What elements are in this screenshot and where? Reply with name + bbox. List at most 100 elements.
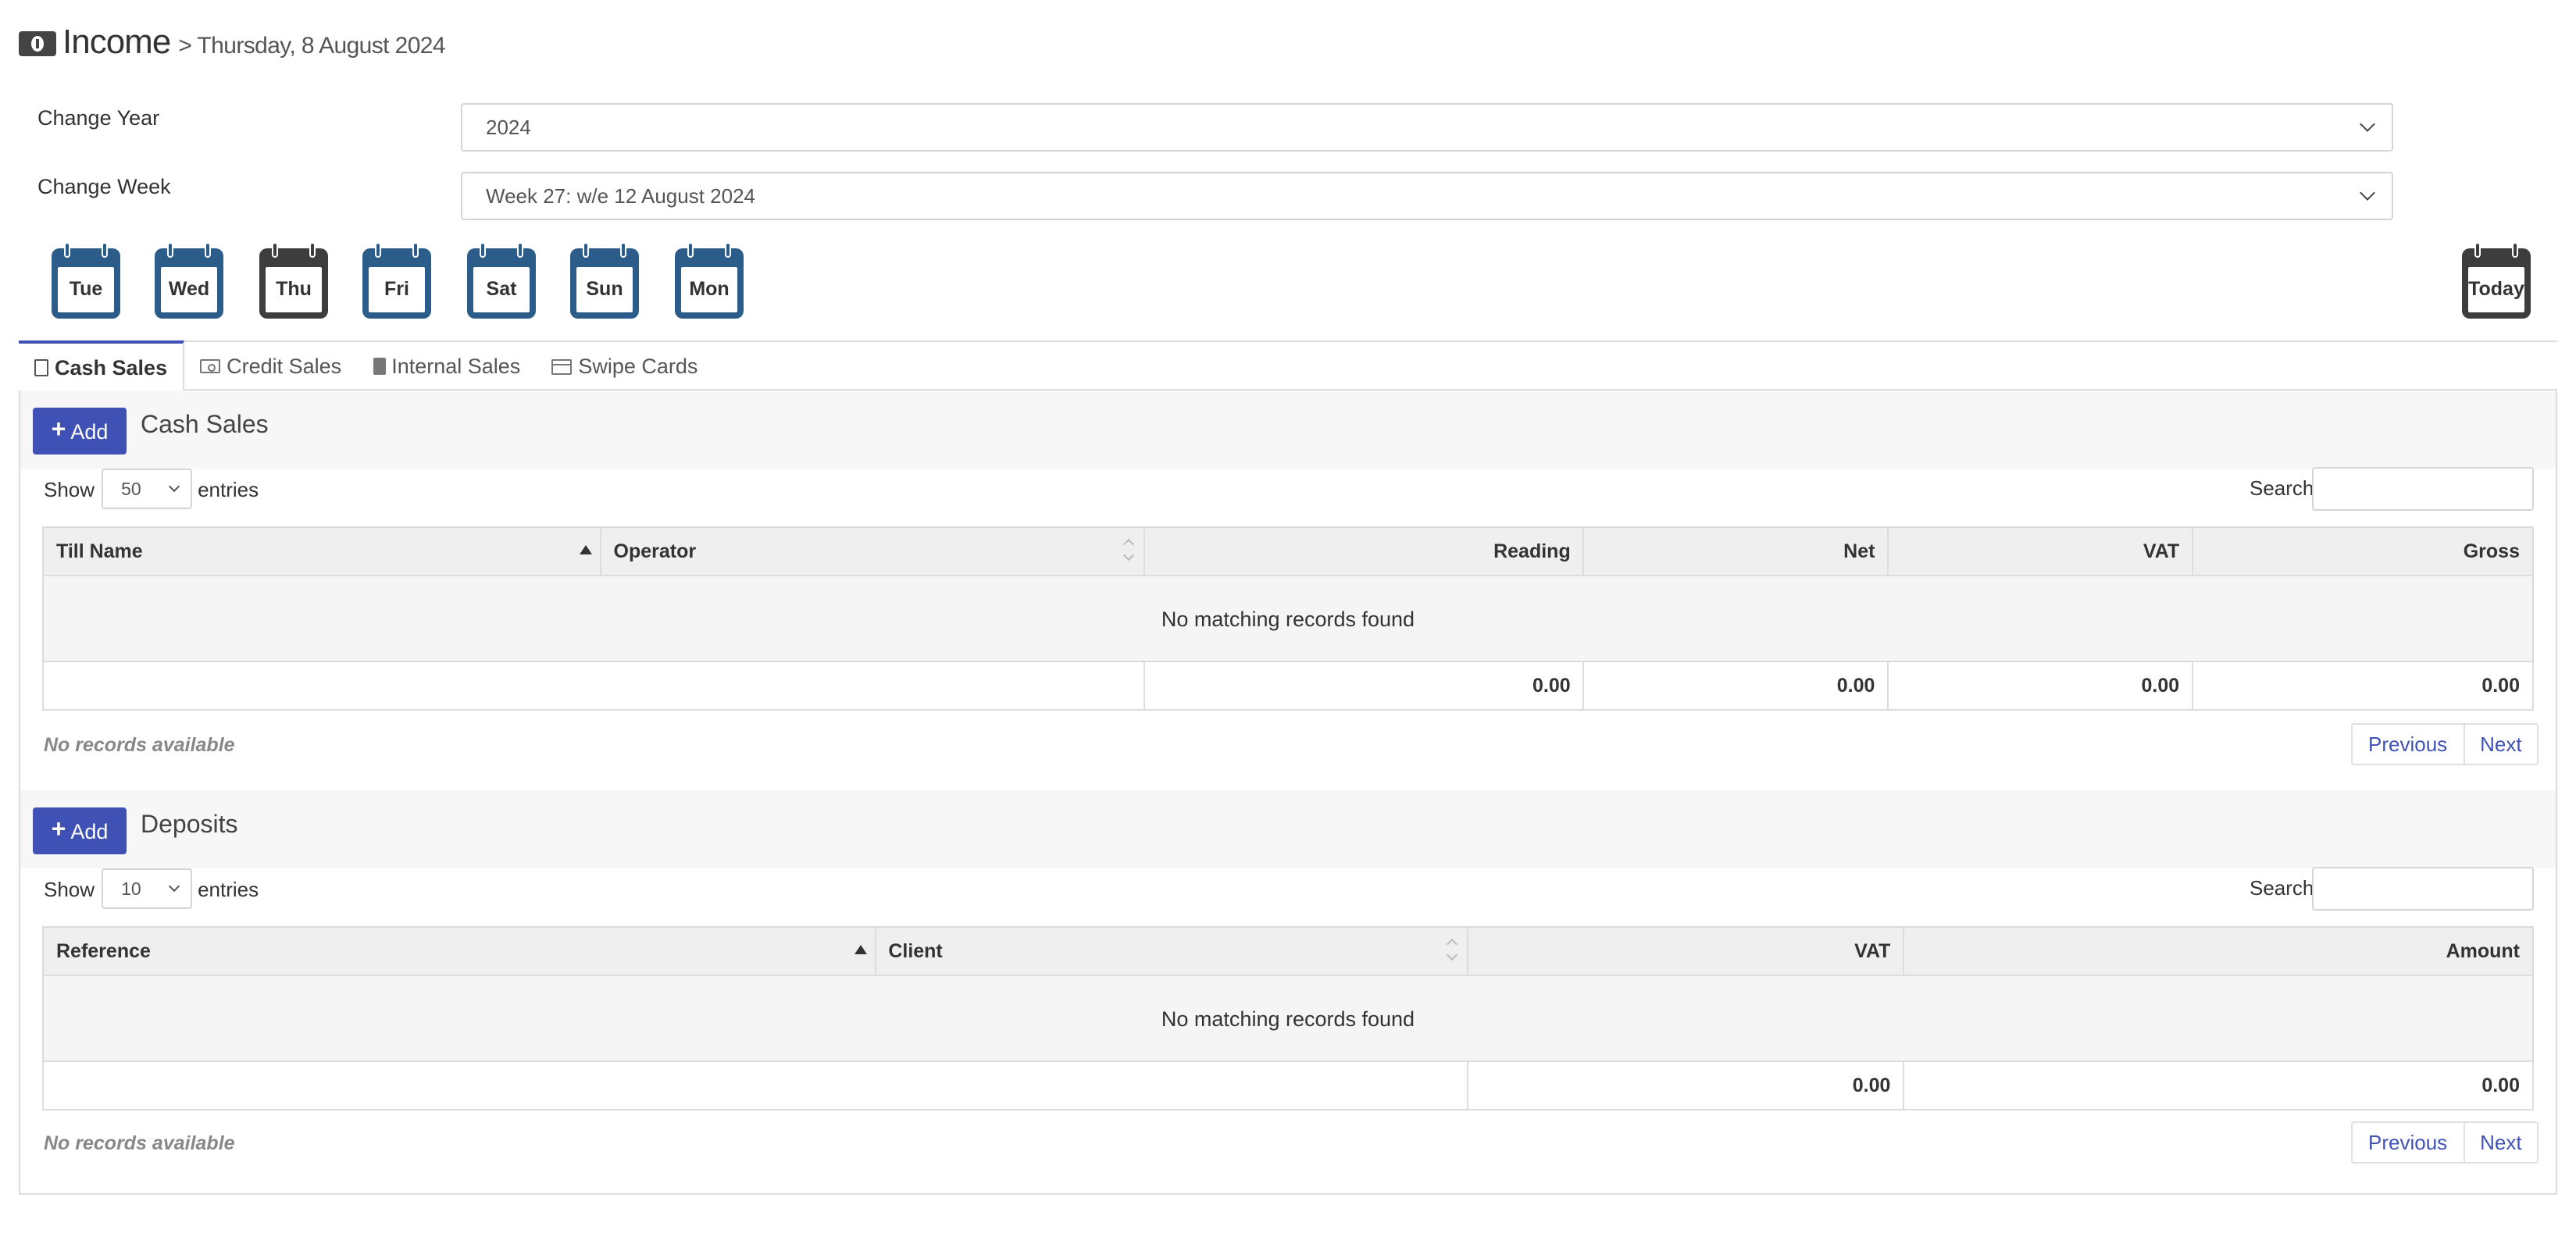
chevron-down-icon: [167, 880, 180, 893]
next-button[interactable]: Next: [2463, 725, 2537, 764]
tab-label: Internal Sales: [391, 355, 521, 378]
page-length-value: 50: [121, 481, 141, 500]
total-vat: 0.00: [1887, 661, 2194, 711]
change-year-label: Change Year: [37, 106, 160, 130]
column-header-net: Net: [1582, 526, 1889, 576]
sort-icon: [1447, 940, 1460, 962]
deposits-header: + Add Deposits: [20, 790, 2556, 868]
plus-icon: +: [51, 817, 66, 843]
add-cash-sale-button[interactable]: + Add: [33, 408, 127, 454]
empty-message: No matching records found: [42, 575, 2534, 662]
page-title: Income: [62, 22, 171, 61]
chevron-down-icon: [167, 480, 180, 493]
show-label: Show: [44, 477, 95, 501]
add-button-label: Add: [70, 819, 109, 843]
day-label: Sat: [473, 267, 530, 312]
credit-card-icon: [551, 358, 573, 374]
show-label: Show: [44, 877, 95, 900]
add-deposit-button[interactable]: + Add: [33, 807, 127, 854]
empty-row: No matching records found: [42, 575, 2534, 662]
previous-button[interactable]: Previous: [2353, 725, 2463, 764]
empty-row: No matching records found: [42, 975, 2534, 1062]
page-subtitle: > Thursday, 8 August 2024: [178, 33, 445, 59]
year-select[interactable]: 2024: [461, 103, 2393, 151]
total-vat: 0.00: [1467, 1060, 1905, 1110]
total-amount: 0.00: [1903, 1060, 2534, 1110]
day-button-sun[interactable]: Sun: [570, 242, 639, 319]
day-label: Mon: [681, 267, 737, 312]
page-length-select[interactable]: 50: [101, 469, 192, 509]
tab-label: Credit Sales: [227, 355, 342, 378]
day-button-sat[interactable]: Sat: [467, 242, 536, 319]
entries-label: entries: [198, 877, 259, 900]
chevron-down-icon: [2360, 185, 2375, 201]
cash-sales-pagination: Previous Next: [2351, 723, 2539, 765]
cash-sales-length: Show 50 entries: [44, 469, 259, 509]
day-button-wed[interactable]: Wed: [155, 242, 223, 319]
day-label: Thu: [266, 267, 322, 312]
deposits-length: Show 10 entries: [44, 868, 259, 909]
page-length-value: 10: [121, 881, 141, 900]
cash-icon: [200, 359, 221, 373]
today-button[interactable]: Today: [2462, 242, 2531, 319]
column-header-till-name[interactable]: Till Name: [42, 526, 601, 576]
column-header-vat: VAT: [1887, 526, 2194, 576]
cash-sales-info: No records available: [44, 734, 235, 756]
day-button-fri[interactable]: Fri: [362, 242, 431, 319]
deposits-pagination: Previous Next: [2351, 1121, 2539, 1164]
day-label: Fri: [369, 267, 425, 312]
cash-sales-search-input[interactable]: [2312, 467, 2534, 511]
document-icon: [34, 358, 48, 376]
tab-swipe-cards[interactable]: Swipe Cards: [536, 342, 713, 390]
day-button-tue[interactable]: Tue: [52, 242, 120, 319]
tab-cash-sales[interactable]: Cash Sales: [19, 340, 185, 390]
tab-internal-sales[interactable]: Internal Sales: [357, 342, 536, 390]
search-label: Search: [2250, 876, 2314, 900]
total-gross: 0.00: [2192, 661, 2534, 711]
sort-asc-icon: [854, 945, 867, 954]
plus-icon: +: [51, 417, 66, 444]
deposits-table: Reference Client VAT Amount No matching …: [41, 926, 2534, 1110]
add-button-label: Add: [70, 419, 109, 443]
column-header-operator[interactable]: Operator: [599, 526, 1145, 576]
next-button[interactable]: Next: [2463, 1123, 2537, 1162]
deposits-info: No records available: [44, 1132, 235, 1154]
tab-bar: Cash Sales Credit Sales Internal Sales S…: [19, 340, 2557, 390]
deposits-search-input[interactable]: [2312, 867, 2534, 911]
money-icon: [19, 31, 56, 56]
change-week-label: Change Week: [37, 175, 171, 198]
column-header-gross: Gross: [2192, 526, 2534, 576]
entries-label: entries: [198, 477, 259, 501]
day-label: Wed: [161, 267, 217, 312]
year-select-value: 2024: [486, 116, 531, 139]
tab-label: Cash Sales: [55, 355, 168, 379]
day-label: Tue: [58, 267, 114, 312]
tab-label: Swipe Cards: [578, 355, 698, 378]
cash-sales-title: Cash Sales: [141, 412, 269, 439]
today-label: Today: [2468, 267, 2524, 312]
column-header-reference[interactable]: Reference: [42, 926, 876, 976]
totals-row: 0.00 0.00 0.00 0.00: [42, 661, 2534, 711]
page-length-select[interactable]: 10: [101, 868, 192, 909]
sort-asc-icon: [579, 545, 592, 554]
week-select-value: Week 27: w/e 12 August 2024: [486, 184, 755, 208]
column-header-client[interactable]: Client: [874, 926, 1469, 976]
search-label: Search: [2250, 476, 2314, 500]
copy-icon: [373, 355, 394, 375]
sort-icon: [1122, 540, 1135, 562]
empty-message: No matching records found: [42, 975, 2534, 1062]
total-reading: 0.00: [1143, 661, 1585, 711]
tab-credit-sales[interactable]: Credit Sales: [184, 342, 357, 390]
column-header-vat: VAT: [1467, 926, 1905, 976]
total-net: 0.00: [1582, 661, 1889, 711]
day-button-thu[interactable]: Thu: [259, 242, 328, 319]
page-header: Income > Thursday, 8 August 2024: [19, 22, 446, 62]
totals-row: 0.00 0.00: [41, 1060, 2534, 1110]
day-label: Sun: [576, 267, 633, 312]
week-select[interactable]: Week 27: w/e 12 August 2024: [461, 172, 2393, 220]
day-button-mon[interactable]: Mon: [675, 242, 744, 319]
cash-sales-table: Till Name Operator Reading Net VAT Gross…: [42, 526, 2534, 711]
cash-sales-header: + Add Cash Sales: [20, 390, 2556, 469]
column-header-amount: Amount: [1903, 926, 2534, 976]
previous-button[interactable]: Previous: [2353, 1123, 2463, 1162]
